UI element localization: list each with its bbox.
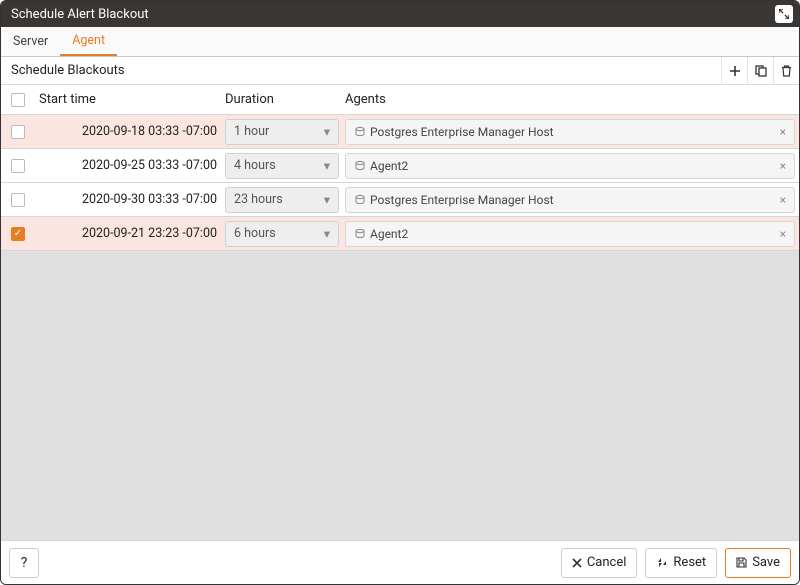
- start-time-cell[interactable]: 2020-09-18 03:33 -07:00: [35, 124, 225, 139]
- chevron-down-icon: ▾: [324, 158, 330, 174]
- add-button[interactable]: [721, 57, 747, 85]
- grid-header: Schedule Blackouts: [1, 57, 799, 85]
- select-all-checkbox[interactable]: [11, 93, 25, 107]
- start-time-cell[interactable]: 2020-09-21 23:23 -07:00: [35, 226, 225, 241]
- row-checkbox-cell: [1, 125, 35, 139]
- agent-tag: Postgres Enterprise Manager Host: [352, 124, 556, 140]
- agents-cell: Postgres Enterprise Manager Host ×: [345, 187, 799, 213]
- row-checkbox[interactable]: [11, 193, 25, 207]
- plus-icon: [729, 65, 741, 77]
- recycle-icon: [656, 557, 668, 569]
- duration-select[interactable]: 4 hours ▾: [225, 153, 339, 179]
- duration-value: 6 hours: [234, 226, 276, 241]
- agent-icon: [354, 194, 366, 206]
- chevron-down-icon: ▾: [324, 226, 330, 242]
- chevron-down-icon: ▾: [324, 124, 330, 140]
- duration-cell: 6 hours ▾: [225, 221, 345, 247]
- agents-input[interactable]: Postgres Enterprise Manager Host ×: [345, 187, 795, 213]
- start-time-cell[interactable]: 2020-09-25 03:33 -07:00: [35, 158, 225, 173]
- close-icon: [572, 558, 582, 568]
- agent-tag: Postgres Enterprise Manager Host: [352, 192, 556, 208]
- save-label: Save: [752, 555, 780, 570]
- agent-tag-label: Agent2: [370, 159, 408, 173]
- row-checkbox-cell: [1, 193, 35, 207]
- duration-cell: 4 hours ▾: [225, 153, 345, 179]
- help-icon: ?: [21, 555, 28, 571]
- titlebar: Schedule Alert Blackout: [1, 1, 799, 27]
- copy-button[interactable]: [747, 57, 773, 85]
- grid-filler: [1, 251, 799, 540]
- row-checkbox[interactable]: [11, 125, 25, 139]
- agent-tag-label: Postgres Enterprise Manager Host: [370, 193, 554, 207]
- agents-input[interactable]: Agent2 ×: [345, 221, 795, 247]
- cancel-button[interactable]: Cancel: [561, 548, 638, 578]
- dialog-title: Schedule Alert Blackout: [11, 7, 149, 22]
- rows: 2020-09-18 03:33 -07:00 1 hour ▾ Postgre…: [1, 115, 799, 251]
- grid-header-label: Schedule Blackouts: [1, 63, 721, 78]
- duration-select[interactable]: 6 hours ▾: [225, 221, 339, 247]
- agent-icon: [354, 126, 366, 138]
- agent-icon: [354, 160, 366, 172]
- remove-agent-button[interactable]: ×: [778, 193, 788, 207]
- agent-tag-label: Agent2: [370, 227, 408, 241]
- delete-button[interactable]: [773, 57, 799, 85]
- table-row: 2020-09-30 03:33 -07:00 23 hours ▾ Postg…: [1, 183, 799, 217]
- expand-icon: [779, 9, 789, 19]
- start-time-cell[interactable]: 2020-09-30 03:33 -07:00: [35, 192, 225, 207]
- table-row: ✓ 2020-09-21 23:23 -07:00 6 hours ▾: [1, 217, 799, 251]
- footer: ? Cancel Reset Save: [1, 540, 799, 584]
- duration-cell: 23 hours ▾: [225, 187, 345, 213]
- column-start-time: Start time: [35, 92, 225, 107]
- agent-icon: [354, 228, 366, 240]
- schedule-alert-blackout-dialog: Schedule Alert Blackout Server Agent Sch…: [0, 0, 800, 585]
- duration-select[interactable]: 23 hours ▾: [225, 187, 339, 213]
- reset-label: Reset: [673, 555, 706, 570]
- tab-server[interactable]: Server: [1, 27, 60, 56]
- agents-cell: Postgres Enterprise Manager Host ×: [345, 119, 799, 145]
- agent-tag: Agent2: [352, 158, 410, 174]
- duration-value: 4 hours: [234, 158, 276, 173]
- duration-value: 1 hour: [234, 124, 269, 139]
- column-duration: Duration: [225, 92, 345, 107]
- agents-input[interactable]: Postgres Enterprise Manager Host ×: [345, 119, 795, 145]
- table-row: 2020-09-25 03:33 -07:00 4 hours ▾ Agent2: [1, 149, 799, 183]
- remove-agent-button[interactable]: ×: [778, 125, 788, 139]
- agent-tag-label: Postgres Enterprise Manager Host: [370, 125, 554, 139]
- tab-agent[interactable]: Agent: [60, 27, 117, 56]
- row-checkbox-cell: ✓: [1, 227, 35, 241]
- row-checkbox-cell: [1, 159, 35, 173]
- reset-button[interactable]: Reset: [645, 548, 717, 578]
- column-headers: Start time Duration Agents: [1, 85, 799, 115]
- footer-buttons: Cancel Reset Save: [561, 548, 791, 578]
- duration-cell: 1 hour ▾: [225, 119, 345, 145]
- grid-area: Schedule Blackouts Start time Duration A…: [1, 57, 799, 540]
- copy-icon: [755, 65, 767, 77]
- expand-button[interactable]: [775, 5, 793, 23]
- trash-icon: [781, 65, 792, 77]
- row-checkbox[interactable]: [11, 159, 25, 173]
- remove-agent-button[interactable]: ×: [778, 159, 788, 173]
- remove-agent-button[interactable]: ×: [778, 227, 788, 241]
- row-checkbox[interactable]: ✓: [11, 227, 25, 241]
- header-checkbox-cell: [1, 93, 35, 107]
- save-icon: [736, 557, 747, 568]
- chevron-down-icon: ▾: [324, 192, 330, 208]
- agents-input[interactable]: Agent2 ×: [345, 153, 795, 179]
- agent-tag: Agent2: [352, 226, 410, 242]
- cancel-label: Cancel: [587, 555, 627, 570]
- duration-select[interactable]: 1 hour ▾: [225, 119, 339, 145]
- grid-toolbar: [721, 57, 799, 85]
- column-agents: Agents: [345, 92, 799, 107]
- agents-cell: Agent2 ×: [345, 153, 799, 179]
- duration-value: 23 hours: [234, 192, 283, 207]
- save-button[interactable]: Save: [725, 548, 791, 578]
- help-button[interactable]: ?: [9, 548, 39, 578]
- agents-cell: Agent2 ×: [345, 221, 799, 247]
- tabs: Server Agent: [1, 27, 799, 57]
- table-row: 2020-09-18 03:33 -07:00 1 hour ▾ Postgre…: [1, 115, 799, 149]
